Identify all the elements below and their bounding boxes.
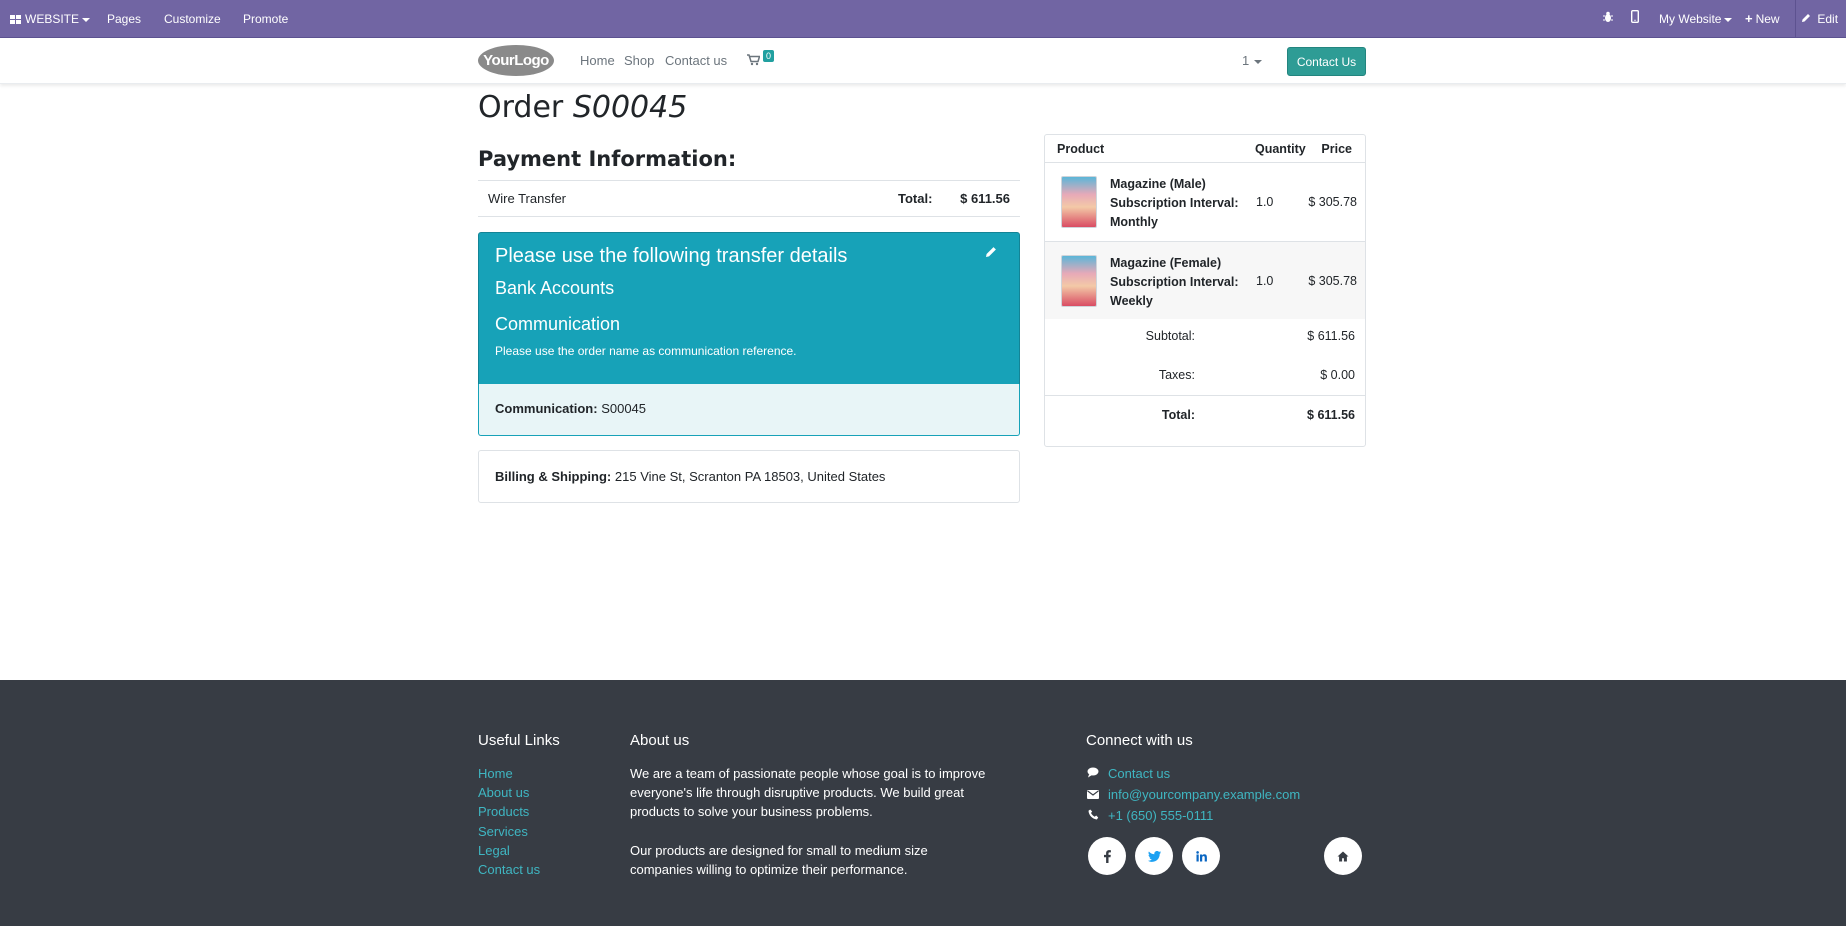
pencil-icon bbox=[1801, 12, 1814, 26]
cart-link[interactable] bbox=[747, 38, 761, 84]
bank-accounts-heading: Bank Accounts bbox=[495, 278, 615, 298]
connect-email-row[interactable]: info@yourcompany.example.com bbox=[1086, 785, 1300, 806]
main-navbar: YourLogo Home Shop Contact us 0 1 Contac… bbox=[0, 38, 1846, 84]
total-row: Total: $ 611.56 bbox=[1045, 395, 1365, 434]
pages-menu[interactable]: Pages bbox=[107, 0, 141, 38]
home-icon[interactable] bbox=[1324, 837, 1362, 875]
product-name[interactable]: Magazine (Male) Subscription Interval: M… bbox=[1110, 175, 1250, 232]
about-us-text: We are a team of passionate people whose… bbox=[630, 764, 990, 898]
new-button[interactable]: + New bbox=[1745, 0, 1780, 38]
footer-link-home[interactable]: Home bbox=[478, 764, 540, 783]
envelope-icon bbox=[1086, 787, 1100, 806]
connect-phone-link[interactable]: +1 (650) 555-0111 bbox=[1108, 808, 1213, 823]
apps-grid-icon bbox=[10, 15, 21, 24]
website-menu[interactable]: WEBSITE bbox=[10, 0, 91, 38]
taxes-row: Taxes: $ 0.00 bbox=[1045, 356, 1365, 395]
pricelist-dropdown[interactable]: 1 bbox=[1242, 38, 1263, 84]
communication-note: Please use the order name as communicati… bbox=[495, 344, 797, 358]
billing-shipping-box: Billing & Shipping: 215 Vine St, Scranto… bbox=[478, 450, 1020, 503]
company-logo[interactable]: YourLogo bbox=[478, 45, 554, 76]
total-value: $ 611.56 bbox=[1307, 408, 1355, 422]
my-website-menu[interactable]: My Website bbox=[1659, 0, 1733, 38]
customize-menu[interactable]: Customize bbox=[164, 0, 221, 38]
debug-bug-icon[interactable] bbox=[1602, 0, 1614, 38]
contact-us-button[interactable]: Contact Us bbox=[1287, 47, 1366, 76]
useful-links-list: Home About us Products Services Legal Co… bbox=[478, 764, 540, 879]
nav-contact-us[interactable]: Contact us bbox=[665, 38, 727, 84]
divider bbox=[1795, 0, 1796, 38]
connect-title: Connect with us bbox=[1086, 732, 1193, 749]
communication-label: Communication: bbox=[495, 401, 598, 416]
useful-links-title: Useful Links bbox=[478, 732, 560, 749]
twitter-icon[interactable] bbox=[1135, 837, 1173, 875]
communication-value: S00045 bbox=[601, 401, 647, 416]
admin-bar: WEBSITE Pages Customize Promote My Websi… bbox=[0, 0, 1846, 38]
shopping-cart-icon bbox=[747, 53, 761, 68]
product-image bbox=[1061, 255, 1097, 307]
pencil-icon[interactable] bbox=[985, 245, 999, 259]
order-number: S00045 bbox=[572, 90, 688, 125]
caret-down-icon bbox=[1724, 17, 1733, 22]
facebook-icon[interactable] bbox=[1088, 837, 1126, 875]
order-summary-card: Product Quantity Price Magazine (Male) S… bbox=[1044, 134, 1366, 447]
subtotal-value: $ 611.56 bbox=[1307, 329, 1355, 343]
plus-icon: + bbox=[1745, 11, 1753, 26]
payment-total-value: $ 611.56 bbox=[960, 191, 1010, 206]
connect-phone-row[interactable]: +1 (650) 555-0111 bbox=[1086, 806, 1300, 827]
footer-link-products[interactable]: Products bbox=[478, 802, 540, 821]
subtotal-row: Subtotal: $ 611.56 bbox=[1045, 317, 1365, 356]
product-quantity: 1.0 bbox=[1256, 195, 1274, 209]
product-name[interactable]: Magazine (Female) Subscription Interval:… bbox=[1110, 254, 1250, 311]
promote-menu[interactable]: Promote bbox=[243, 0, 288, 38]
mobile-preview-icon[interactable] bbox=[1630, 0, 1639, 38]
quantity-column-header: Quantity bbox=[1255, 142, 1306, 156]
payment-row: Wire Transfer Total: $ 611.56 bbox=[478, 181, 1020, 217]
communication-heading: Communication bbox=[495, 314, 621, 334]
footer-link-contact-us[interactable]: Contact us bbox=[478, 860, 540, 879]
about-paragraph-1: We are a team of passionate people whose… bbox=[630, 766, 986, 820]
phone-icon bbox=[1086, 808, 1100, 827]
footer-link-legal[interactable]: Legal bbox=[478, 841, 540, 860]
edit-button[interactable]: Edit bbox=[1801, 0, 1838, 38]
connect-contact-link[interactable]: Contact us bbox=[1108, 766, 1170, 781]
billing-label: Billing & Shipping: bbox=[495, 469, 612, 484]
page-title: Order S00045 bbox=[478, 90, 688, 125]
connect-list: Contact us info@yourcompany.example.com … bbox=[1086, 764, 1300, 828]
product-quantity: 1.0 bbox=[1256, 274, 1274, 288]
footer: Useful Links Home About us Products Serv… bbox=[0, 680, 1846, 926]
transfer-heading: Please use the following transfer detail… bbox=[495, 245, 848, 267]
nav-shop[interactable]: Shop bbox=[624, 38, 654, 84]
summary-header: Product Quantity Price bbox=[1045, 135, 1365, 163]
nav-home[interactable]: Home bbox=[580, 38, 615, 84]
taxes-value: $ 0.00 bbox=[1320, 368, 1355, 382]
payment-heading: Payment Information: bbox=[478, 147, 737, 171]
product-image bbox=[1061, 176, 1097, 228]
product-price: $ 305.78 bbox=[1308, 195, 1357, 209]
connect-contact-row[interactable]: Contact us bbox=[1086, 764, 1300, 785]
table-row: Magazine (Female) Subscription Interval:… bbox=[1045, 241, 1365, 319]
communication-box: Communication: S00045 bbox=[478, 384, 1020, 436]
total-label: Total: bbox=[1161, 408, 1195, 422]
transfer-details-box: Please use the following transfer detail… bbox=[478, 232, 1020, 385]
product-column-header: Product bbox=[1057, 142, 1105, 156]
caret-down-icon bbox=[82, 17, 91, 22]
billing-address: 215 Vine St, Scranton PA 18503, United S… bbox=[614, 469, 886, 484]
taxes-label: Taxes: bbox=[1158, 368, 1195, 382]
payment-method: Wire Transfer bbox=[488, 191, 567, 206]
price-column-header: Price bbox=[1321, 142, 1352, 156]
caret-down-icon bbox=[1254, 59, 1263, 64]
about-paragraph-2: Our products are designed for small to m… bbox=[630, 842, 928, 877]
comment-icon bbox=[1086, 766, 1100, 785]
footer-link-services[interactable]: Services bbox=[478, 822, 540, 841]
connect-email-link[interactable]: info@yourcompany.example.com bbox=[1108, 787, 1300, 802]
cart-count-badge: 0 bbox=[763, 50, 774, 62]
table-row: Magazine (Male) Subscription Interval: M… bbox=[1045, 163, 1365, 241]
about-us-title: About us bbox=[630, 732, 690, 749]
linkedin-icon[interactable] bbox=[1182, 837, 1220, 875]
payment-total-label: Total: bbox=[898, 191, 933, 206]
subtotal-label: Subtotal: bbox=[1145, 329, 1195, 343]
footer-link-about-us[interactable]: About us bbox=[478, 783, 540, 802]
product-price: $ 305.78 bbox=[1308, 274, 1357, 288]
